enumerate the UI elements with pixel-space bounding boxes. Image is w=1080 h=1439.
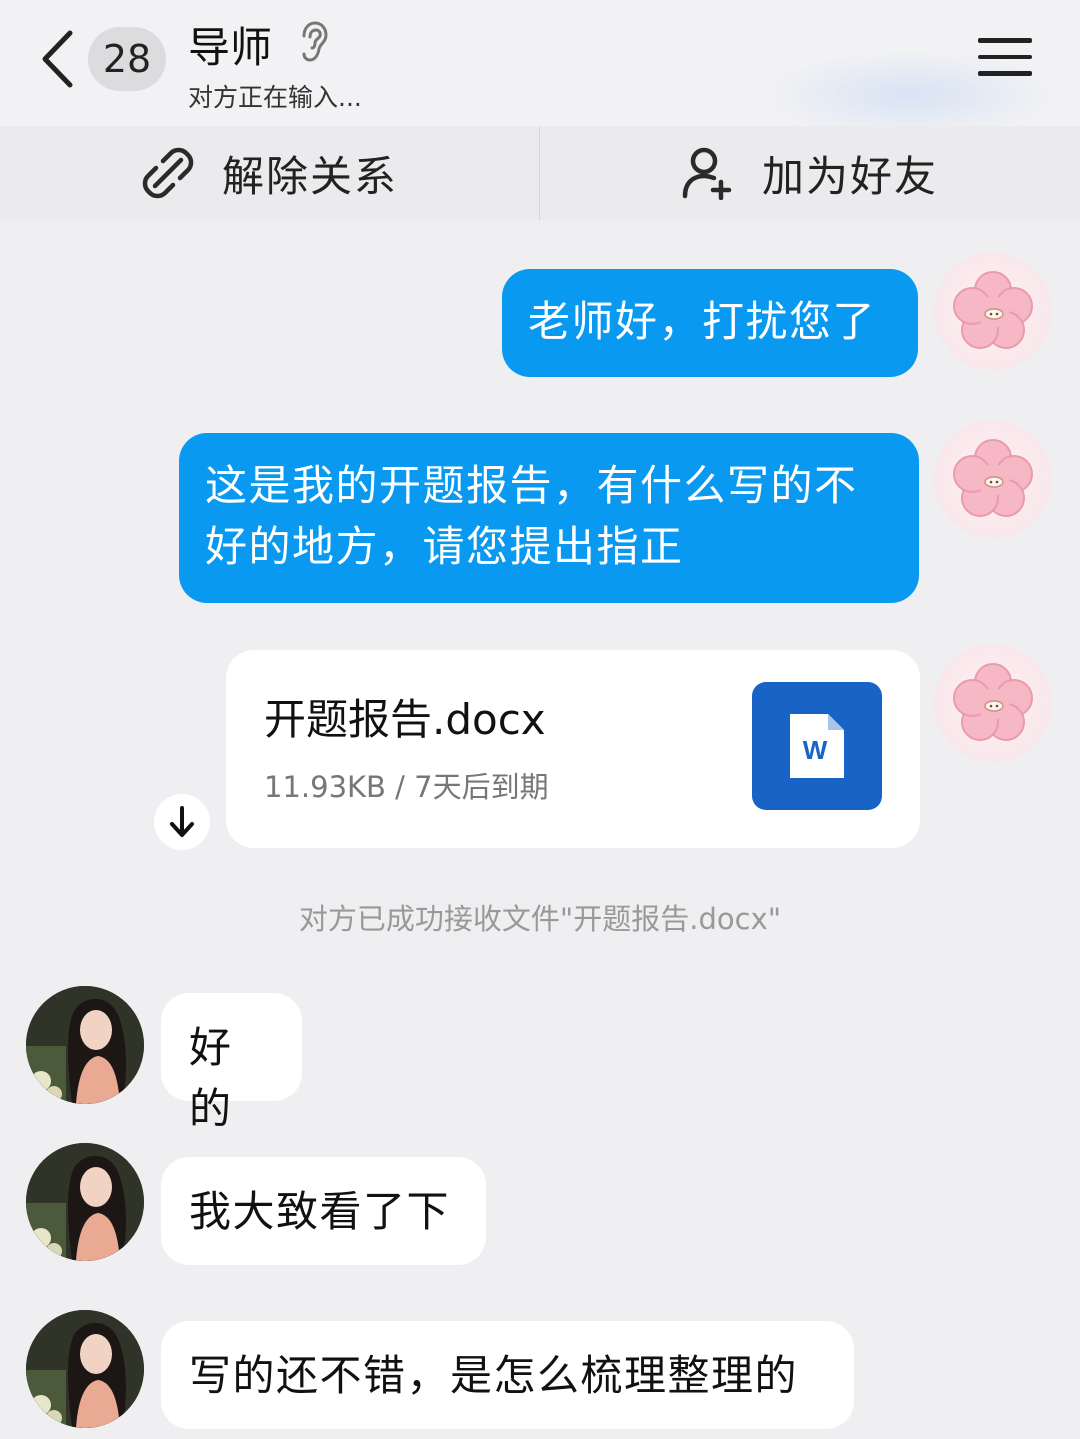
contact-avatar[interactable]	[26, 986, 144, 1104]
typing-status: 对方正在输入...	[188, 83, 362, 112]
add-friend-label: 加为好友	[762, 151, 939, 201]
file-name: 开题报告.docx	[264, 695, 546, 744]
flower-avatar-icon	[953, 663, 1033, 741]
message-bubble-outgoing[interactable]: 这是我的开题报告，有什么写的不好的地方，请您提出指正	[179, 433, 919, 603]
system-message: 对方已成功接收文件"开题报告.docx"	[298, 902, 782, 936]
back-icon	[42, 30, 73, 88]
action-divider	[539, 126, 540, 220]
message-bubble-outgoing[interactable]: 老师好，打扰您了	[502, 269, 918, 377]
download-icon	[170, 806, 194, 837]
ear-icon	[302, 21, 328, 62]
word-doc-icon: W	[752, 682, 882, 810]
flower-avatar-icon	[953, 271, 1033, 349]
flower-avatar-icon	[953, 439, 1033, 517]
message-text: 写的还不错，是怎么梳理整理的	[189, 1351, 799, 1400]
unread-count-badge[interactable]: 28	[88, 27, 166, 91]
chat-screen: 28 导师 对方正在输入... 解除关系 加为好友 老师好，打扰您了 这是我的开…	[0, 0, 1080, 1439]
relation-action-bar: 解除关系 加为好友	[0, 126, 1080, 220]
person-photo-avatar	[26, 1143, 144, 1261]
file-message-card[interactable]: 开题报告.docx 11.93KB / 7天后到期 W	[226, 650, 920, 848]
menu-icon	[978, 38, 1032, 76]
unlink-relation-button[interactable]: 解除关系	[140, 126, 398, 220]
my-avatar[interactable]	[934, 252, 1052, 370]
chat-header: 28 导师 对方正在输入...	[0, 0, 1080, 140]
message-text: 这是我的开题报告，有什么写的不好的地方，请您提出指正	[205, 461, 858, 571]
contact-name: 导师	[188, 23, 273, 72]
person-photo-avatar	[26, 986, 144, 1104]
add-user-icon	[682, 147, 732, 200]
file-meta: 11.93KB / 7天后到期	[264, 770, 549, 804]
my-avatar[interactable]	[934, 644, 1052, 762]
message-text: 我大致看了下	[189, 1187, 451, 1236]
my-avatar[interactable]	[934, 420, 1052, 538]
unlink-icon	[142, 147, 194, 199]
message-bubble-incoming[interactable]: 写的还不错，是怎么梳理整理的	[161, 1321, 854, 1429]
message-bubble-incoming[interactable]: 我大致看了下	[161, 1157, 486, 1265]
download-button[interactable]	[154, 794, 210, 850]
message-bubble-incoming[interactable]: 好的	[161, 993, 302, 1133]
add-friend-button[interactable]: 加为好友	[680, 126, 938, 220]
person-photo-avatar	[26, 1310, 144, 1428]
back-button[interactable]	[34, 26, 80, 92]
contact-avatar[interactable]	[26, 1310, 144, 1428]
svg-text:W: W	[803, 735, 828, 765]
unlink-relation-label: 解除关系	[222, 151, 399, 201]
message-text: 老师好，打扰您了	[528, 297, 877, 346]
message-text: 好的	[189, 1023, 233, 1133]
menu-button[interactable]	[978, 38, 1032, 82]
contact-avatar[interactable]	[26, 1143, 144, 1261]
